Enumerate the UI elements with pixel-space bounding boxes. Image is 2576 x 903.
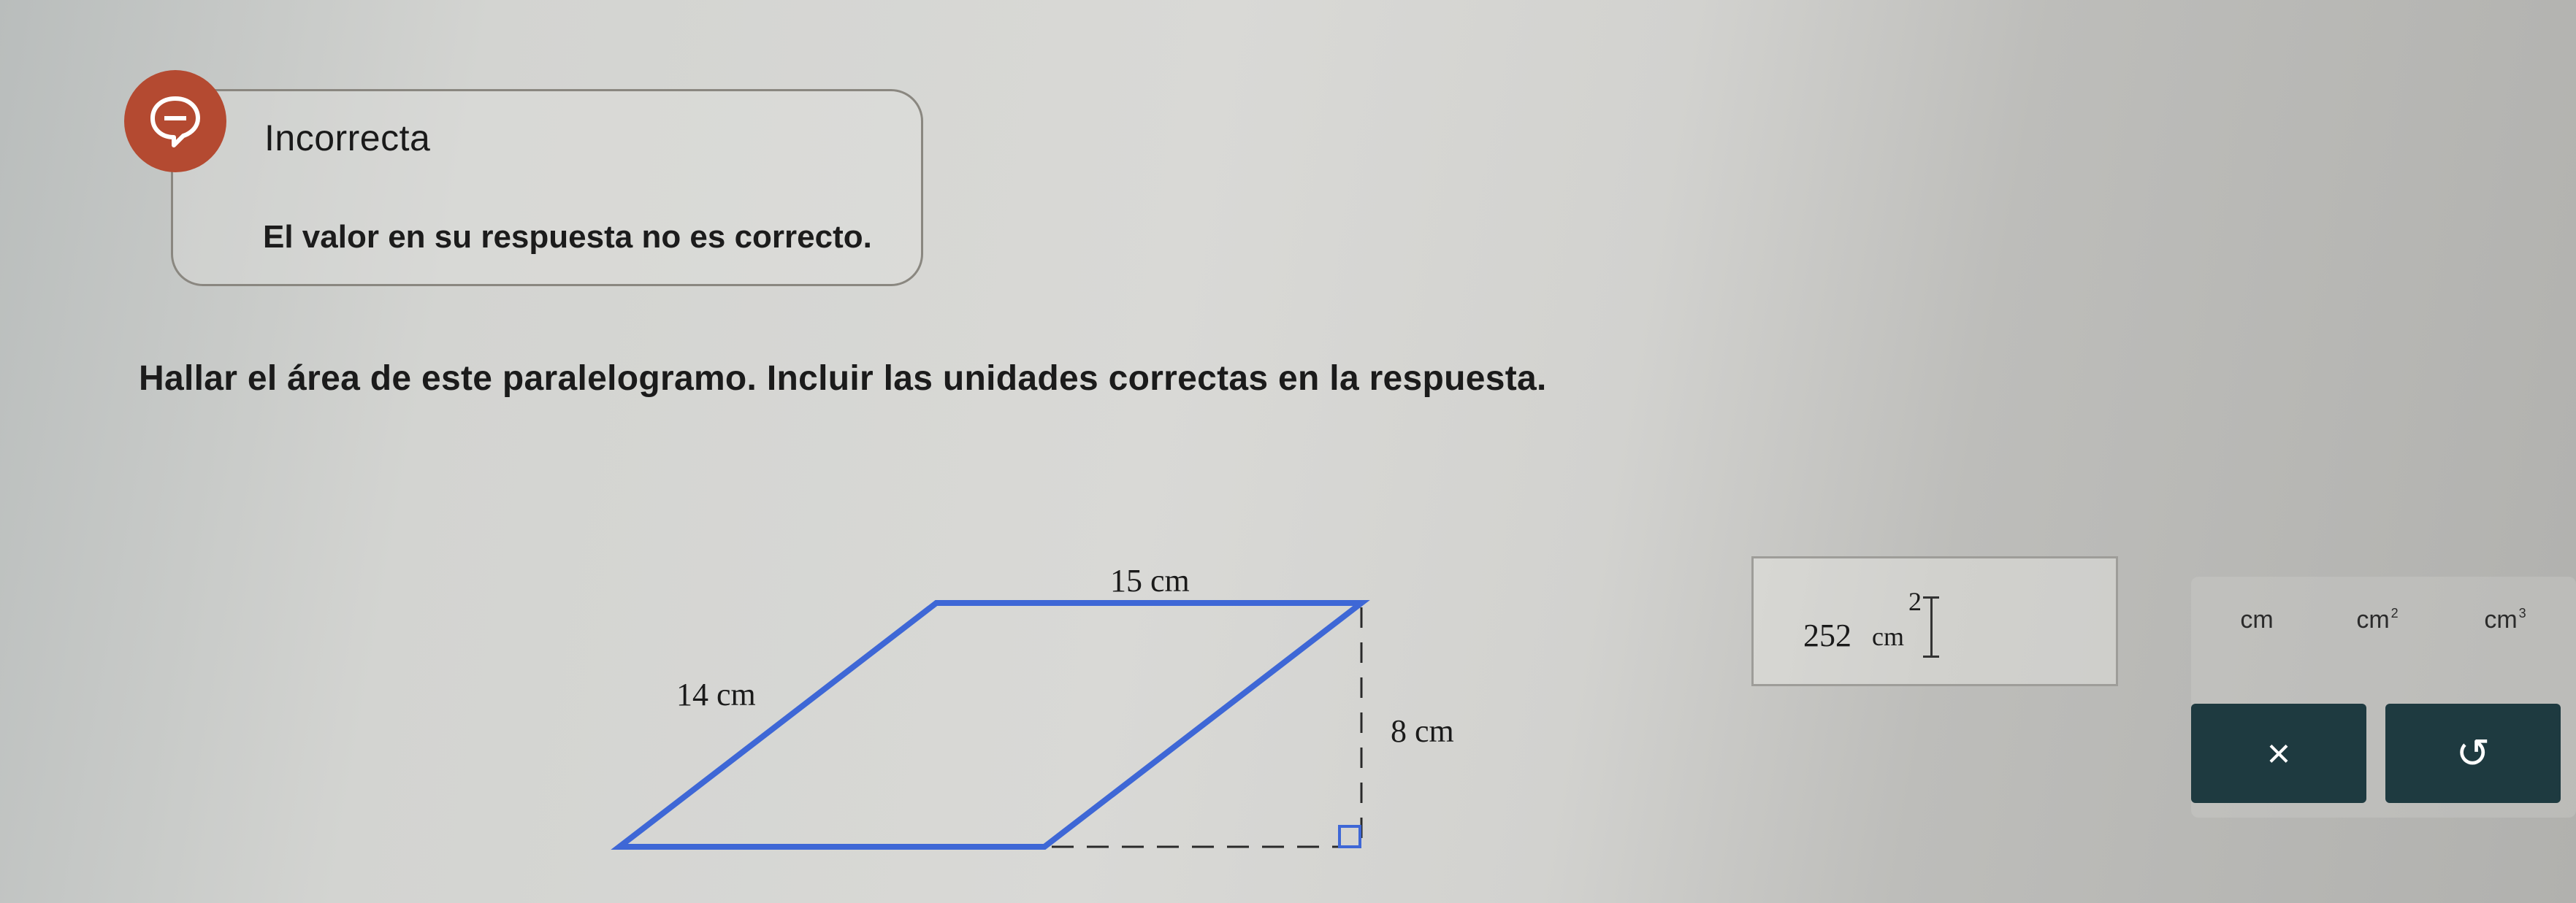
unit-cm2-exponent: 2 — [2390, 606, 2399, 620]
parallelogram-figure: 15 cm 14 cm 8 cm — [599, 540, 1475, 861]
unit-cm2-label: cm — [2356, 606, 2390, 634]
unit-cm-button[interactable]: cm — [2220, 606, 2293, 650]
answer-superscript: 2 — [1908, 587, 1922, 616]
unit-cm3-exponent: 3 — [2518, 606, 2526, 620]
feedback-title: Incorrecta — [264, 118, 431, 158]
text-cursor — [1923, 596, 1939, 658]
height-label: 8 cm — [1391, 713, 1454, 749]
side-label: 14 cm — [676, 677, 756, 712]
undo-icon: ↺ — [2455, 730, 2491, 776]
right-angle-marker — [1338, 825, 1361, 848]
clear-button[interactable]: × — [2191, 704, 2366, 803]
answer-value: 252 — [1803, 618, 1851, 653]
page: Incorrecta El valor en su respuesta no e… — [0, 0, 2576, 903]
parallelogram-shape — [611, 600, 1370, 850]
unit-cm2-button[interactable]: cm 2 — [2341, 606, 2414, 650]
unit-cm3-button[interactable]: cm 3 — [2469, 606, 2542, 650]
close-icon: × — [2266, 730, 2291, 776]
undo-button[interactable]: ↺ — [2385, 704, 2561, 803]
answer-input[interactable]: 252 cm 2 — [1751, 556, 2118, 686]
feedback-message: El valor en su respuesta no es correcto. — [263, 219, 872, 255]
unit-keypad: cm cm 2 cm 3 × ↺ — [2191, 577, 2576, 818]
question-text: Hallar el área de este paralelogramo. In… — [139, 359, 1547, 398]
base-label: 15 cm — [1110, 563, 1190, 599]
answer-unit: cm — [1872, 622, 1904, 651]
speech-bubble-minus-icon — [150, 96, 200, 147]
feedback-icon — [124, 70, 226, 172]
unit-cm3-label: cm — [2484, 606, 2518, 634]
unit-cm-label: cm — [2240, 606, 2274, 634]
